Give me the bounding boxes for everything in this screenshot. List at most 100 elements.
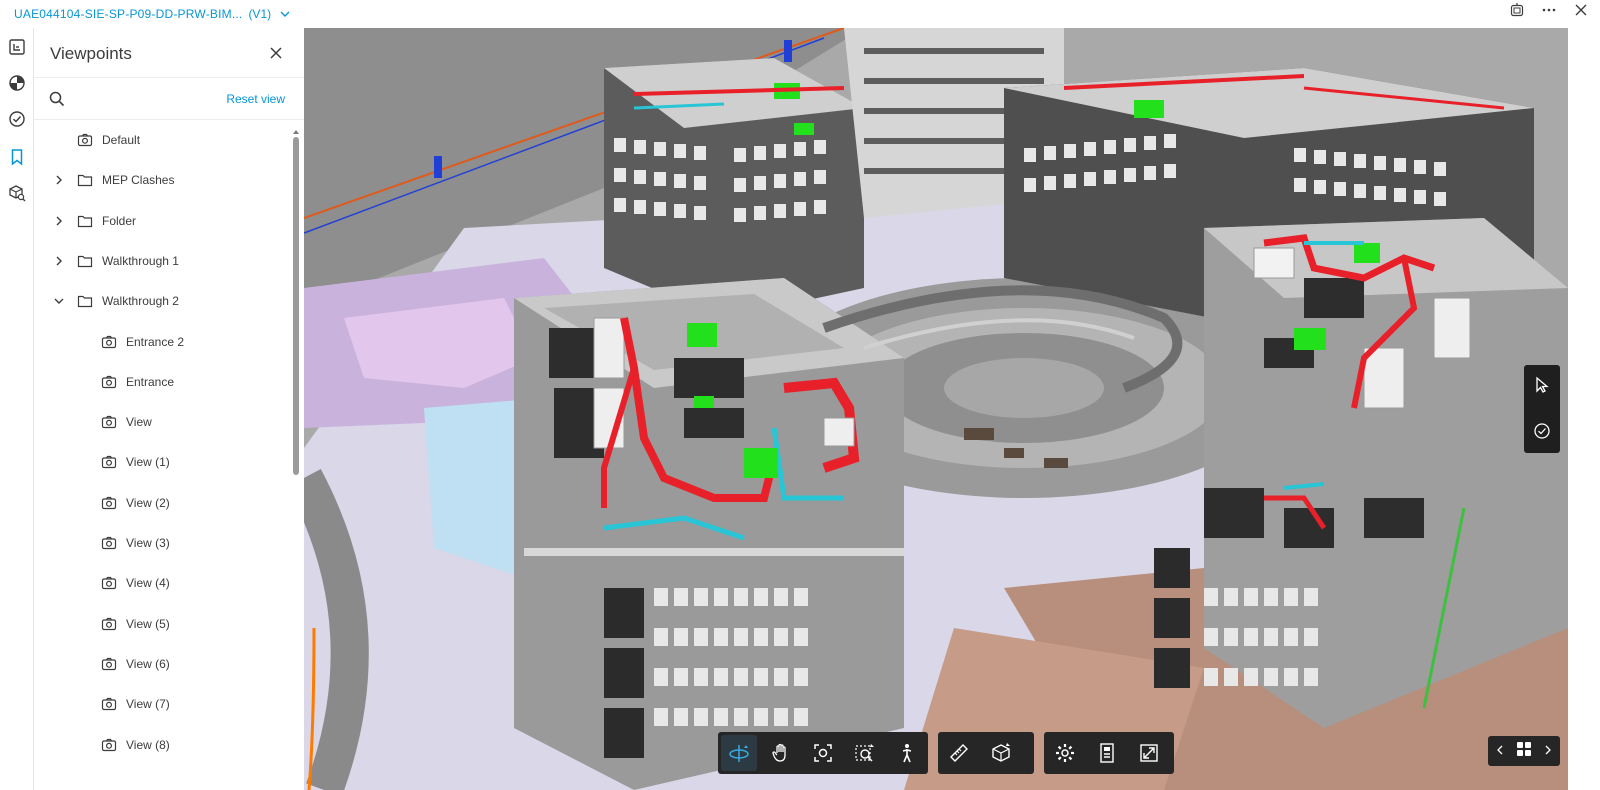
tree-item-label: View (6) — [126, 656, 170, 671]
camera-icon — [101, 535, 117, 551]
app-window: UAE044104-SIE-SP-P09-DD-PRW-BIM... (V1) — [0, 0, 1600, 790]
issues-icon[interactable] — [6, 108, 28, 130]
camera-icon — [101, 454, 117, 470]
properties-icon[interactable] — [6, 72, 28, 94]
fit-view-icon[interactable] — [805, 735, 841, 771]
navigation-toolbar — [718, 732, 928, 774]
tree-viewpoint-row[interactable]: View (2) — [34, 483, 296, 523]
search-icon[interactable] — [49, 91, 65, 107]
tree-item-label: View (3) — [126, 536, 170, 550]
close-icon[interactable] — [1572, 1, 1590, 19]
tree-item-label: Entrance 2 — [126, 334, 185, 349]
tree-folder-row[interactable]: Walkthrough 1 — [34, 241, 296, 281]
camera-icon — [101, 414, 117, 430]
camera-icon — [101, 374, 117, 390]
tree-viewpoint-row[interactable]: View (7) — [34, 684, 296, 724]
chevron-right-icon[interactable] — [53, 255, 65, 267]
file-title[interactable]: UAE044104-SIE-SP-P09-DD-PRW-BIM... — [14, 7, 242, 21]
tree-item-label: View — [126, 415, 152, 430]
scroll-thumb[interactable] — [293, 137, 299, 475]
tree-folder-row[interactable]: Folder — [34, 201, 296, 241]
create-issue-icon[interactable] — [1532, 421, 1552, 441]
viewpoints-icon[interactable] — [6, 146, 28, 168]
reset-view-link[interactable]: Reset view — [226, 92, 285, 106]
tree-item-label: Walkthrough 1 — [102, 253, 179, 268]
orbit-icon[interactable] — [721, 735, 757, 771]
chevron-right-icon[interactable] — [53, 215, 65, 227]
tools-toolbar — [938, 732, 1034, 774]
viewer-pager — [1488, 736, 1560, 766]
top-actions — [1508, 0, 1590, 20]
file-version[interactable]: (V1) — [248, 7, 271, 21]
scrollbar[interactable] — [292, 123, 300, 783]
chevron-right-icon[interactable] — [53, 174, 65, 186]
tree-item-label: View (8) — [126, 737, 170, 752]
folder-icon — [77, 172, 93, 188]
camera-icon — [101, 334, 117, 350]
camera-icon — [101, 616, 117, 632]
properties-panel-icon[interactable] — [1089, 735, 1125, 771]
pan-icon[interactable] — [763, 735, 799, 771]
tree-item-label: Default — [102, 133, 141, 147]
settings-icon[interactable] — [1047, 735, 1083, 771]
first-person-icon[interactable] — [889, 735, 925, 771]
bim-model-render — [304, 28, 1568, 790]
chevron-down-icon[interactable] — [279, 8, 291, 20]
tree-viewpoint-row[interactable]: View (5) — [34, 604, 296, 644]
grid-view-icon[interactable] — [1515, 740, 1533, 763]
zoom-window-icon[interactable] — [847, 735, 883, 771]
viewpoints-tree: Default MEP Clashes Folder Walkthrough 1 Wal… — [34, 120, 296, 790]
camera-icon — [101, 575, 117, 591]
side-tool-strip — [1524, 365, 1560, 453]
camera-icon — [101, 737, 117, 753]
tree-item-label: View (7) — [126, 697, 170, 712]
top-bar: UAE044104-SIE-SP-P09-DD-PRW-BIM... (V1) — [0, 0, 1600, 28]
panel-title: Viewpoints — [50, 44, 132, 63]
camera-icon — [101, 656, 117, 672]
more-options-icon[interactable] — [1540, 1, 1558, 19]
object-search-icon[interactable] — [6, 182, 28, 204]
tree-viewpoint-row[interactable]: View (6) — [34, 644, 296, 684]
select-cursor-icon[interactable] — [1532, 375, 1552, 395]
tree-item-label: Entrance — [126, 374, 175, 389]
tree-folder-row[interactable]: Walkthrough 2 — [34, 281, 296, 321]
tree-viewpoint-row[interactable]: View (4) — [34, 563, 296, 603]
camera-icon — [77, 132, 93, 148]
tree-viewpoint-row[interactable]: Default — [34, 120, 296, 160]
tree-viewpoint-row[interactable]: Entrance — [34, 362, 296, 402]
measure-icon[interactable] — [941, 735, 977, 771]
tree-viewpoint-row[interactable]: View — [34, 402, 296, 442]
folder-icon — [77, 293, 93, 309]
tree-viewpoint-row[interactable]: Entrance 2 — [34, 322, 296, 362]
compare-icon[interactable] — [1508, 1, 1526, 19]
chevron-down-icon[interactable] — [53, 295, 65, 307]
chevron-right-icon[interactable] — [1544, 742, 1552, 760]
search-row: Reset view — [34, 78, 304, 120]
tree-folder-row[interactable]: MEP Clashes — [34, 160, 296, 200]
settings-toolbar — [1044, 732, 1174, 774]
camera-icon — [101, 495, 117, 511]
tree-viewpoint-row[interactable]: View (1) — [34, 442, 296, 482]
tree-item-label: View (2) — [126, 495, 170, 510]
model-browser-icon[interactable] — [6, 36, 28, 58]
scroll-up-icon[interactable] — [292, 123, 300, 134]
tree-item-label: Walkthrough 2 — [102, 294, 179, 309]
model-viewer-canvas[interactable] — [304, 28, 1568, 790]
left-rail — [0, 28, 34, 790]
tree-item-label: View (4) — [126, 576, 170, 591]
tree-viewpoint-row[interactable]: View (8) — [34, 725, 296, 765]
chevron-left-icon[interactable] — [1496, 742, 1504, 760]
tree-item-label: View (1) — [126, 455, 170, 470]
fullscreen-icon[interactable] — [1131, 735, 1167, 771]
tree-item-label: View (5) — [126, 616, 170, 631]
tree-item-label: MEP Clashes — [102, 173, 175, 188]
tree-viewpoint-row[interactable]: View (3) — [34, 523, 296, 563]
panel-header: Viewpoints — [34, 28, 304, 78]
close-panel-icon[interactable] — [268, 45, 284, 61]
folder-icon — [77, 253, 93, 269]
camera-icon — [101, 696, 117, 712]
section-box-icon[interactable] — [983, 735, 1019, 771]
viewpoints-panel: Viewpoints Reset view Default MEP Clashes… — [34, 28, 304, 790]
folder-icon — [77, 213, 93, 229]
tree-item-label: Folder — [102, 213, 137, 228]
